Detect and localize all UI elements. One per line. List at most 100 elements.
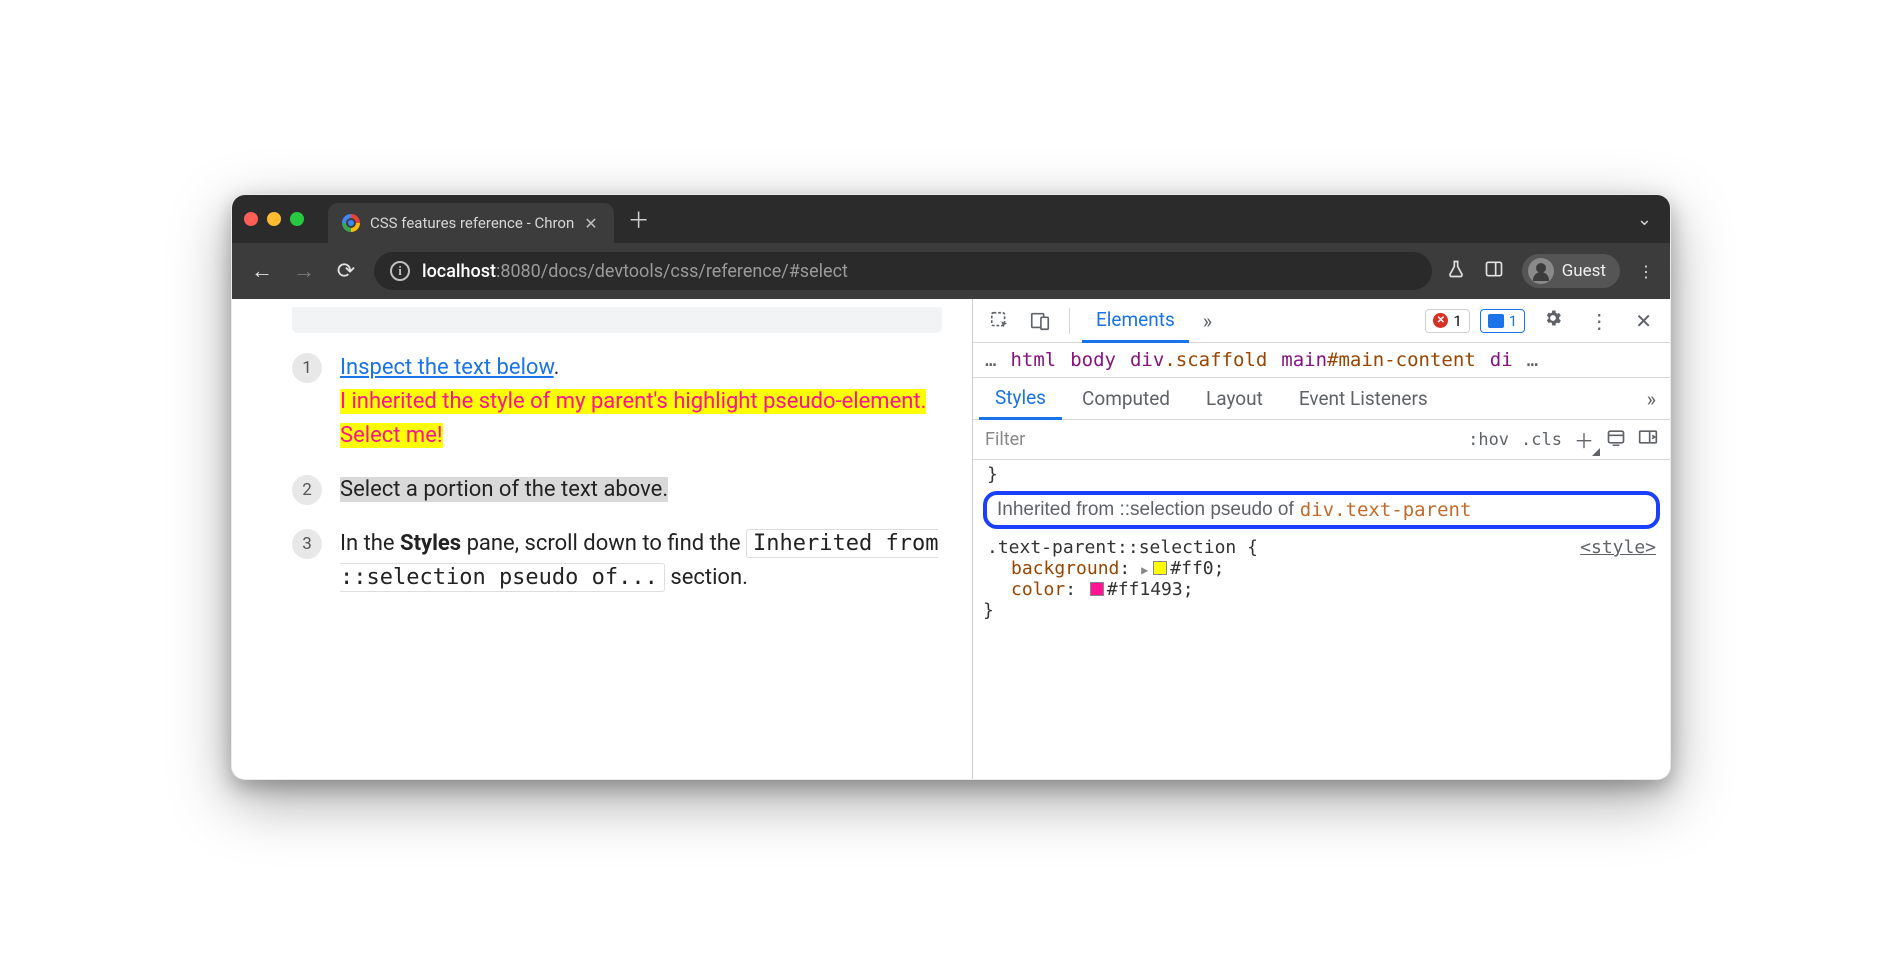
message-badge[interactable]: 1	[1480, 309, 1525, 333]
devtools-menu-button[interactable]: ⋮	[1581, 309, 1617, 333]
avatar-icon	[1528, 258, 1554, 284]
url-host: localhost	[422, 261, 496, 282]
content-area: 1 Inspect the text below. I inherited th…	[232, 299, 1670, 779]
subtabs-overflow-button[interactable]: »	[1639, 387, 1664, 411]
settings-icon[interactable]	[1535, 308, 1571, 333]
window-controls	[244, 212, 304, 226]
close-window-button[interactable]	[244, 212, 258, 226]
error-badge[interactable]: 1	[1425, 309, 1469, 333]
browser-tab[interactable]: CSS features reference - Chron ✕	[328, 203, 614, 243]
divider	[1069, 308, 1070, 334]
text: .	[554, 355, 560, 380]
css-selector[interactable]: .text-parent::selection {	[987, 537, 1258, 558]
error-icon	[1433, 313, 1448, 328]
crumb-di[interactable]: di	[1490, 349, 1513, 371]
devtools-panel: Elements » 1 1 ⋮ ✕	[972, 299, 1670, 779]
crumb-ellipsis[interactable]: …	[1527, 349, 1538, 371]
css-value: #ff0	[1170, 558, 1213, 579]
crumb-html[interactable]: html	[1010, 349, 1056, 371]
highlighted-text[interactable]: I inherited the style of my parent's hig…	[340, 389, 926, 448]
error-count: 1	[1453, 312, 1461, 330]
styles-subtabs: Styles Computed Layout Event Listeners »	[973, 378, 1670, 420]
computed-styles-toggle-icon[interactable]	[1606, 428, 1626, 451]
device-toggle-icon[interactable]	[1023, 306, 1057, 336]
subtab-styles[interactable]: Styles	[979, 378, 1062, 420]
forward-button[interactable]: →	[290, 258, 318, 284]
color-swatch[interactable]	[1153, 561, 1167, 575]
crumb-ellipsis[interactable]: …	[985, 349, 996, 371]
color-swatch[interactable]	[1090, 582, 1104, 596]
message-icon	[1488, 314, 1504, 328]
list-item: 1 Inspect the text below. I inherited th…	[292, 351, 942, 453]
toolbar: ← → ⟳ localhost:8080/docs/devtools/css/r…	[232, 243, 1670, 299]
tabs-overflow-button[interactable]: »	[1195, 309, 1220, 333]
inherited-selector: div.text-parent	[1300, 499, 1472, 521]
profile-label: Guest	[1562, 261, 1606, 281]
address-bar[interactable]: localhost:8080/docs/devtools/css/referen…	[374, 252, 1432, 290]
inherited-from-header[interactable]: Inherited from ::selection pseudo of div…	[983, 491, 1660, 529]
step-number: 3	[292, 529, 322, 559]
selected-text[interactable]: Select a portion of the text above.	[340, 477, 668, 502]
chrome-favicon-icon	[342, 214, 360, 232]
styles-pane[interactable]: } Inherited from ::selection pseudo of d…	[973, 460, 1670, 779]
css-value: #ff1493	[1107, 579, 1183, 600]
css-declaration[interactable]: color: #ff1493;	[983, 579, 1660, 600]
rule-source-link[interactable]: <style>	[1580, 537, 1656, 558]
reload-button[interactable]: ⟳	[332, 259, 360, 284]
css-rule-header: .text-parent::selection { <style>	[983, 537, 1660, 558]
subtab-event-listeners[interactable]: Event Listeners	[1283, 378, 1444, 420]
toolbar-right: Guest ⋮	[1446, 254, 1654, 288]
subtab-computed[interactable]: Computed	[1066, 378, 1186, 420]
crumb-main[interactable]: main#main-content	[1281, 349, 1475, 371]
text: section.	[665, 565, 748, 590]
inspect-link[interactable]: Inspect the text below	[340, 355, 554, 380]
devtools-top-bar: Elements » 1 1 ⋮ ✕	[973, 299, 1670, 343]
css-property: background	[1011, 558, 1119, 579]
crumb-body[interactable]: body	[1070, 349, 1116, 371]
browser-window: CSS features reference - Chron ✕ ＋ ⌄ ← →…	[231, 194, 1671, 780]
inspect-element-icon[interactable]	[983, 306, 1017, 336]
text-bold: Styles	[400, 531, 461, 556]
page-viewport: 1 Inspect the text below. I inherited th…	[232, 299, 972, 779]
tab-elements[interactable]: Elements	[1082, 299, 1189, 343]
sidebar-toggle-icon[interactable]	[1638, 428, 1658, 451]
rule-close-brace: }	[983, 600, 1660, 621]
css-property: color	[1011, 579, 1065, 600]
minimize-window-button[interactable]	[267, 212, 281, 226]
filter-input[interactable]	[973, 420, 1456, 459]
devtools-close-button[interactable]: ✕	[1627, 309, 1660, 333]
url-path: :8080/docs/devtools/css/reference/#selec…	[496, 261, 848, 282]
new-tab-button[interactable]: ＋	[614, 203, 664, 235]
code-block-remnant	[292, 307, 942, 333]
back-button[interactable]: ←	[248, 258, 276, 284]
hov-toggle[interactable]: :hov	[1468, 430, 1509, 450]
tab-close-icon[interactable]: ✕	[584, 214, 597, 233]
labs-icon[interactable]	[1446, 259, 1466, 283]
step-number: 1	[292, 353, 322, 383]
css-declaration[interactable]: background: ▶#ff0;	[983, 558, 1660, 579]
maximize-window-button[interactable]	[290, 212, 304, 226]
tabs-dropdown-button[interactable]: ⌄	[1637, 209, 1658, 230]
message-count: 1	[1509, 312, 1517, 330]
list-item: 2 Select a portion of the text above.	[292, 473, 942, 507]
styles-filter-row: :hov .cls ＋	[973, 420, 1670, 460]
expand-icon[interactable]: ▶	[1141, 563, 1148, 577]
text: pane, scroll down to find the	[461, 531, 746, 556]
text: In the	[340, 531, 400, 556]
new-style-rule-button[interactable]: ＋	[1574, 425, 1594, 454]
site-info-icon[interactable]	[390, 261, 410, 281]
dom-breadcrumb: … html body div.scaffold main#main-conte…	[973, 343, 1670, 378]
titlebar: CSS features reference - Chron ✕ ＋ ⌄	[232, 195, 1670, 243]
subtab-layout[interactable]: Layout	[1190, 378, 1279, 420]
instruction-list: 1 Inspect the text below. I inherited th…	[292, 351, 942, 596]
tab-title: CSS features reference - Chron	[370, 214, 574, 232]
cls-toggle[interactable]: .cls	[1521, 430, 1562, 450]
browser-menu-button[interactable]: ⋮	[1638, 262, 1654, 281]
crumb-div[interactable]: div.scaffold	[1130, 349, 1267, 371]
inherited-label: Inherited from ::selection pseudo of	[997, 499, 1294, 521]
profile-chip[interactable]: Guest	[1522, 254, 1620, 288]
rule-close-brace: }	[987, 464, 1660, 485]
side-panel-icon[interactable]	[1484, 259, 1504, 283]
list-item: 3 In the Styles pane, scroll down to fin…	[292, 527, 942, 595]
step-number: 2	[292, 475, 322, 505]
